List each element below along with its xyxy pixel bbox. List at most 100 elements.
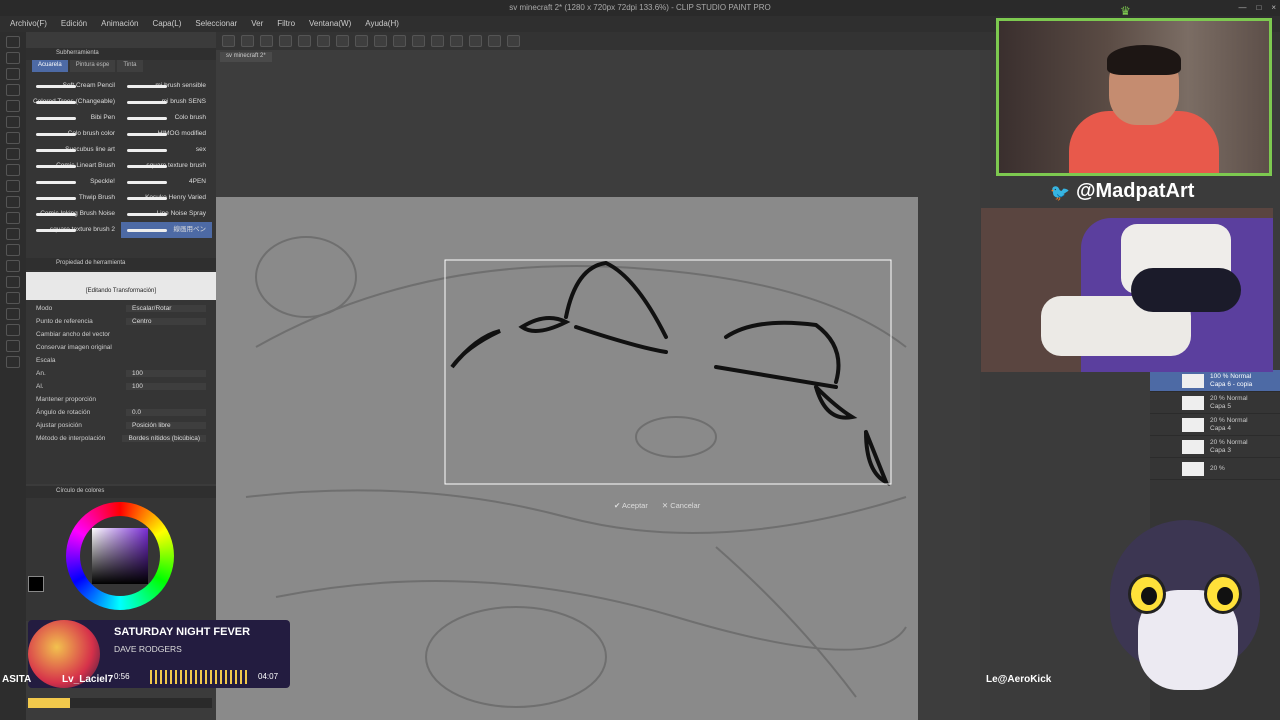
menu-help[interactable]: Ayuda(H)	[365, 16, 399, 32]
tool-property-value[interactable]: 100	[126, 370, 206, 377]
tool-property-row[interactable]: Modo Escalar/Rotar	[26, 302, 216, 315]
pencil-tool-icon[interactable]	[6, 148, 20, 160]
fill-icon[interactable]	[6, 244, 20, 256]
move-tool-icon[interactable]	[6, 52, 20, 64]
correct-line-icon[interactable]	[6, 356, 20, 368]
brush-item[interactable]: Line Noise Spray	[121, 206, 212, 222]
brush-item[interactable]: 線画用ペン	[121, 222, 212, 238]
layer-row[interactable]: 100 % Normal Capa 6 - copia	[1150, 370, 1280, 392]
tool-property-value[interactable]: 100	[126, 383, 206, 390]
open-icon[interactable]	[241, 35, 254, 47]
tool-property-row[interactable]: Método de interpolación Bordes nítidos (b…	[26, 432, 216, 445]
brush-item[interactable]: mi brush SENS	[121, 94, 212, 110]
accept-button[interactable]: ✔ Aceptar	[614, 501, 648, 510]
brush-item[interactable]: Kosuke Henry Varied	[121, 190, 212, 206]
selection-tool-icon[interactable]	[6, 84, 20, 96]
crop-icon[interactable]	[450, 35, 463, 47]
brush-tool-icon[interactable]	[6, 164, 20, 176]
layer-row[interactable]: 20 % Normal Capa 3	[1150, 436, 1280, 458]
tab-pintura[interactable]: Pintura espe	[69, 60, 116, 72]
menu-edit[interactable]: Edición	[61, 16, 87, 32]
maximize-button[interactable]: □	[1256, 0, 1261, 16]
tool-property-row[interactable]: Mantener proporción	[26, 393, 216, 406]
brush-item[interactable]: Bibi Pen	[30, 110, 121, 126]
tool-property-row[interactable]: Conservar imagen original	[26, 341, 216, 354]
tool-property-value[interactable]: 0.0	[126, 409, 206, 416]
brush-item[interactable]: square texture brush	[121, 158, 212, 174]
layer-row[interactable]: 20 % Normal Capa 5	[1150, 392, 1280, 414]
brush-item[interactable]: Colored Trees (Changeable)	[30, 94, 121, 110]
ruler-icon[interactable]	[6, 308, 20, 320]
zoom-tool-icon[interactable]	[6, 36, 20, 48]
menu-select[interactable]: Seleccionar	[195, 16, 237, 32]
brush-item[interactable]: Speckle!	[30, 174, 121, 190]
eraser-icon[interactable]	[6, 212, 20, 224]
operation-tool-icon[interactable]	[6, 68, 20, 80]
invert-selection-icon[interactable]	[374, 35, 387, 47]
brush-item[interactable]: Colo brush color	[30, 126, 121, 142]
tab-tinta[interactable]: Tinta	[117, 60, 143, 72]
menu-window[interactable]: Ventana(W)	[309, 16, 351, 32]
auto-select-icon[interactable]	[6, 100, 20, 112]
menu-view[interactable]: Ver	[251, 16, 263, 32]
blend-icon[interactable]	[6, 228, 20, 240]
flip-icon[interactable]	[469, 35, 482, 47]
brush-item[interactable]: mi brush sensible	[121, 78, 212, 94]
tool-property-row[interactable]: Escala	[26, 354, 216, 367]
pen-tool-icon[interactable]	[6, 132, 20, 144]
expand-icon[interactable]	[507, 35, 520, 47]
menu-animation[interactable]: Animación	[101, 16, 138, 32]
pen-icon[interactable]	[431, 35, 444, 47]
menu-filter[interactable]: Filtro	[277, 16, 295, 32]
document-tab[interactable]: sv minecraft 2*	[220, 52, 272, 62]
text-icon[interactable]	[6, 324, 20, 336]
tool-property-row[interactable]: An. 100	[26, 367, 216, 380]
layer-row[interactable]: 20 % Normal Capa 4	[1150, 414, 1280, 436]
redo-icon[interactable]	[298, 35, 311, 47]
brush-item[interactable]: HIMOG modified	[121, 126, 212, 142]
brush-item[interactable]: sex	[121, 142, 212, 158]
balloon-icon[interactable]	[6, 340, 20, 352]
brush-item[interactable]: Comic Lineart Brush	[30, 158, 121, 174]
frame-icon[interactable]	[6, 292, 20, 304]
tool-property-row[interactable]: Ángulo de rotación 0.0	[26, 406, 216, 419]
saturation-value-square[interactable]	[92, 528, 148, 584]
decoration-icon[interactable]	[6, 196, 20, 208]
tool-property-value[interactable]: Centro	[126, 318, 206, 325]
hue-ring[interactable]	[66, 502, 174, 610]
undo-icon[interactable]	[279, 35, 292, 47]
close-button[interactable]: ×	[1271, 0, 1276, 16]
clear-icon[interactable]	[317, 35, 330, 47]
menu-layer[interactable]: Capa(L)	[153, 16, 182, 32]
brush-item[interactable]: Colo brush	[121, 110, 212, 126]
brush-item[interactable]: Soft Cream Pencil	[30, 78, 121, 94]
canvas[interactable]	[216, 197, 918, 720]
brush-item[interactable]: Succubus line art	[30, 142, 121, 158]
cancel-button[interactable]: ✕ Cancelar	[662, 501, 700, 510]
minimize-button[interactable]: —	[1238, 0, 1246, 16]
tool-property-value[interactable]: Posición libre	[126, 422, 206, 429]
tool-property-row[interactable]: Cambiar ancho del vector	[26, 328, 216, 341]
tool-property-value[interactable]: Escalar/Rotar	[126, 305, 206, 312]
brush-item[interactable]: 4PEN	[121, 174, 212, 190]
menu-file[interactable]: Archivo(F)	[10, 16, 47, 32]
deselect-icon[interactable]	[355, 35, 368, 47]
layer-row[interactable]: 20 %	[1150, 458, 1280, 480]
figure-icon[interactable]	[6, 276, 20, 288]
save-icon[interactable]	[260, 35, 273, 47]
brush-item[interactable]: square texture brush 2	[30, 222, 121, 238]
snap-ruler-icon[interactable]	[393, 35, 406, 47]
transform-icon[interactable]	[336, 35, 349, 47]
tool-property-row[interactable]: Punto de referencia Centro	[26, 315, 216, 328]
airbrush-icon[interactable]	[6, 180, 20, 192]
tool-property-row[interactable]: Ajustar posición Posición libre	[26, 419, 216, 432]
tab-acuarela[interactable]: Acuarela	[32, 60, 68, 72]
rotate-icon[interactable]	[488, 35, 501, 47]
brush-item[interactable]: Comic Inking Brush Noise	[30, 206, 121, 222]
gradient-icon[interactable]	[6, 260, 20, 272]
main-color-swatch[interactable]	[28, 576, 44, 592]
new-icon[interactable]	[222, 35, 235, 47]
tool-property-value[interactable]: Bordes nítidos (bicúbica)	[122, 435, 206, 442]
tool-property-row[interactable]: Al. 100	[26, 380, 216, 393]
snap-grid-icon[interactable]	[412, 35, 425, 47]
